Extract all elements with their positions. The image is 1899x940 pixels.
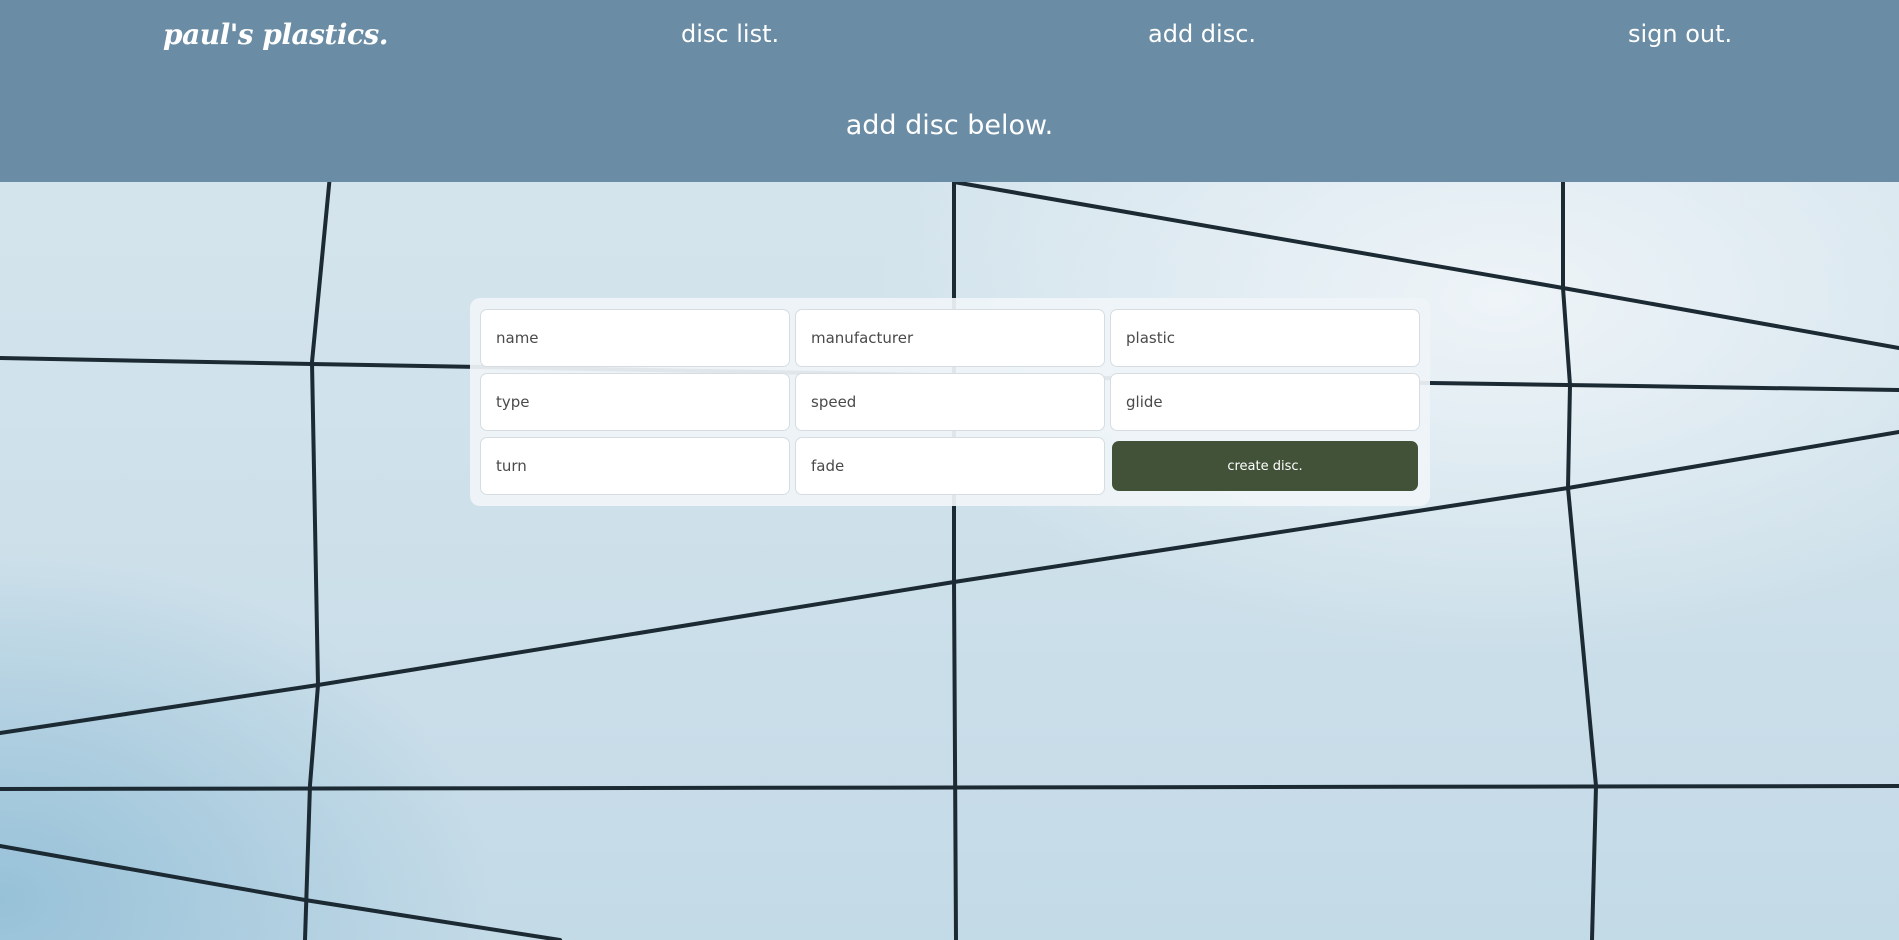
name-input[interactable] — [480, 309, 790, 367]
speed-input[interactable] — [795, 373, 1105, 431]
nav-link-add-disc[interactable]: add disc. — [1148, 20, 1256, 48]
nav-link-disc-list[interactable]: disc list. — [681, 20, 779, 48]
turn-input[interactable] — [480, 437, 790, 495]
page-title: add disc below. — [845, 110, 1054, 141]
fade-input[interactable] — [795, 437, 1105, 495]
manufacturer-input[interactable] — [795, 309, 1105, 367]
glide-input[interactable] — [1110, 373, 1420, 431]
form-grid: create disc. — [480, 309, 1420, 495]
nav-link-sign-out[interactable]: sign out. — [1628, 20, 1732, 48]
top-nav-bar: paul's plastics. disc list. add disc. si… — [0, 0, 1899, 182]
add-disc-form: create disc. — [470, 298, 1430, 506]
create-disc-button[interactable]: create disc. — [1112, 441, 1418, 491]
brand-logo[interactable]: paul's plastics. — [163, 18, 389, 51]
type-input[interactable] — [480, 373, 790, 431]
plastic-input[interactable] — [1110, 309, 1420, 367]
